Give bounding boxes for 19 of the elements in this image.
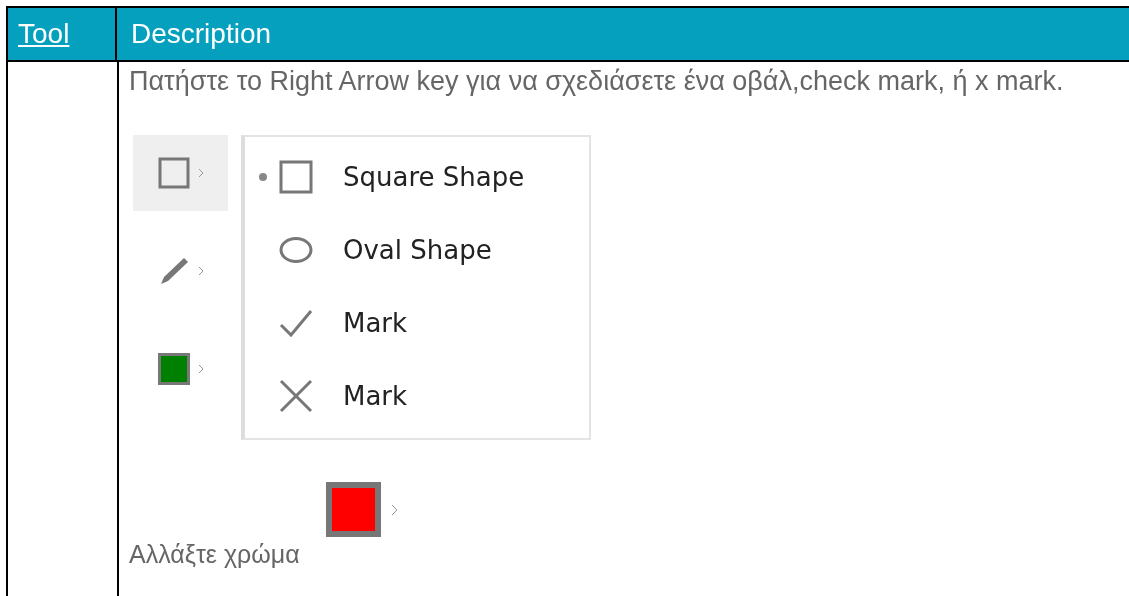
menu-item[interactable]: Mark [259,368,589,423]
menu-item[interactable]: Oval Shape [259,222,589,277]
menu-item[interactable]: Mark [259,295,589,350]
chevron-icon [197,266,204,276]
column-header: Description [130,17,272,51]
menu-item[interactable]: Square Shape [259,149,589,204]
toolbar-button[interactable] [133,135,228,211]
caption-text: Αλλάξτε χρώμα [129,540,300,569]
color-swatch-icon [157,353,190,385]
chevron-icon [197,168,204,178]
square-icon [157,157,190,189]
chevron-icon [390,503,398,516]
check-icon [279,308,313,337]
instruction-text: Πατήστε το Right Arrow key για να σχεδιάσετε ένα οβάλ,check mark, ή x mark. [129,66,1064,97]
close-icon [279,378,313,413]
chevron-icon [197,364,204,374]
color-swatch-icon [325,482,381,537]
square-icon [279,159,313,194]
oval-icon [279,235,313,264]
